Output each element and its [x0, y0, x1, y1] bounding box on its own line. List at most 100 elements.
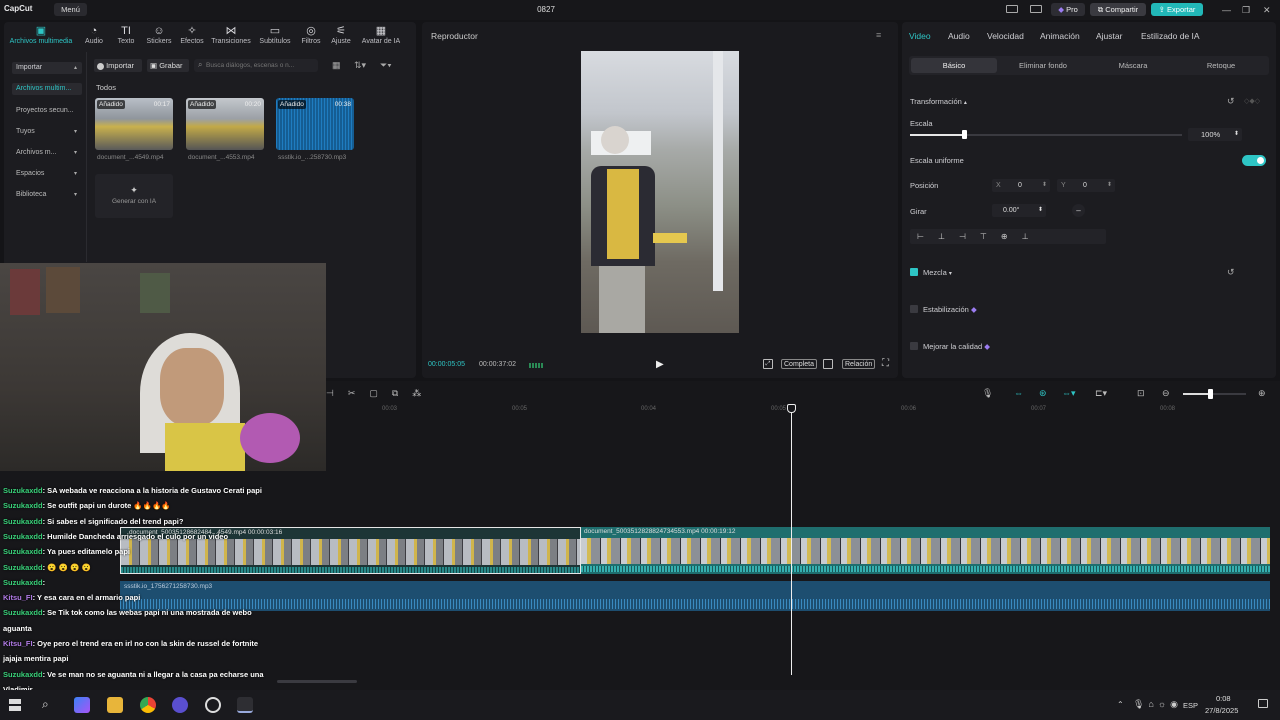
position-y-input[interactable]: Y 0 ⬍ — [1057, 179, 1115, 192]
language-indicator[interactable]: ESP — [1183, 701, 1198, 710]
notification-icon[interactable] — [1258, 699, 1268, 708]
zoom-slider-handle[interactable] — [1208, 389, 1213, 399]
obs-icon[interactable] — [172, 697, 188, 713]
rotate-dial[interactable]: – — [1072, 204, 1085, 217]
stepper-icon[interactable]: ⬍ — [1234, 128, 1239, 141]
search-icon[interactable]: ⌕ — [42, 697, 49, 712]
tray-chevron-icon[interactable]: ⌃ — [1117, 700, 1124, 709]
export-button[interactable]: ⇪ Exportar — [1151, 3, 1203, 16]
media-thumb-2[interactable]: Añadido 00:20 — [186, 98, 264, 150]
timeline-scrollbar[interactable] — [277, 680, 357, 683]
menu-button[interactable]: Menú — [54, 3, 87, 16]
position-x-input[interactable]: X 0 ⬍ — [992, 179, 1050, 192]
link-icon[interactable]: ⇔ — [1014, 388, 1023, 398]
sidebar-item-5[interactable]: Espacios ▾ — [12, 168, 82, 180]
project-title[interactable]: 0827 — [520, 5, 572, 14]
video-clip-2[interactable]: document_5003512828824734553.mp4 00:00:1… — [581, 527, 1270, 574]
play-button[interactable]: ▶ — [656, 359, 664, 370]
sort-icon[interactable]: ⇅▾ — [354, 60, 366, 71]
tray-icons[interactable]: 🎙⌂☼◉ — [1133, 699, 1182, 710]
zoom-in-icon[interactable]: ⊕ — [1258, 388, 1266, 399]
props-tab-4[interactable]: Ajustar — [1096, 31, 1122, 41]
share-button[interactable]: ⧉ Compartir — [1090, 3, 1146, 16]
blend-checkbox[interactable] — [910, 268, 918, 276]
ratio-button[interactable]: Relación — [842, 359, 876, 369]
app-icon[interactable] — [205, 697, 221, 713]
stabilize-checkbox[interactable] — [910, 305, 918, 313]
keyframe-icon[interactable]: ◇◆◇ — [1244, 97, 1260, 105]
quality-checkbox[interactable] — [910, 342, 918, 350]
tool-transition[interactable]: ⋈ Transiciones — [211, 24, 251, 45]
audio-clip[interactable]: ssstik.io_1756271258730.mp3 — [120, 581, 1270, 611]
copilot-icon[interactable] — [74, 697, 90, 713]
sidebar-item-3[interactable]: Tuyos ▾ — [12, 126, 82, 138]
blend-section[interactable]: Mezcla ▾ — [923, 268, 952, 277]
layout-icon[interactable] — [1006, 5, 1018, 13]
sidebar-item-2[interactable]: Proyectos secun... — [12, 105, 82, 117]
full-quality-button[interactable]: Completa — [781, 359, 817, 369]
sidebar-item-6[interactable]: Biblioteca ▾ — [12, 189, 82, 201]
scale-input[interactable]: 100% ⬍ — [1188, 128, 1242, 141]
snap-icon[interactable]: ⇔▾ — [1062, 388, 1076, 399]
microphone-icon[interactable]: 🎙 — [982, 388, 993, 399]
stabilize-section[interactable]: Estabilización ◆ — [923, 305, 977, 314]
transform-section[interactable]: Transformación ▴ — [910, 97, 967, 106]
props-tab-2[interactable]: Velocidad — [987, 31, 1024, 41]
zoom-out-icon[interactable]: ⊖ — [1162, 388, 1170, 399]
scale-slider-handle[interactable] — [962, 130, 967, 139]
uniform-toggle[interactable] — [1242, 155, 1266, 166]
sidebar-item-4[interactable]: Archivos m... ▾ — [12, 147, 82, 159]
props-tab-5[interactable]: Estilizado de IA — [1141, 31, 1200, 41]
media-thumb-3[interactable]: Añadido 00:38 — [276, 98, 354, 150]
record-button[interactable]: ▣ Grabar — [147, 59, 189, 72]
start-icon[interactable] — [9, 699, 21, 711]
video-preview[interactable] — [581, 51, 739, 333]
tool-effects[interactable]: ✧ Efectos — [172, 24, 212, 45]
filter-label[interactable]: Todos — [96, 83, 116, 92]
timeline-ruler[interactable]: 00:03 00:05 00:04 00:05 00:06 00:07 00:08 — [326, 404, 1280, 416]
import-button[interactable]: Importar — [94, 59, 142, 72]
capcut-taskbar-icon[interactable] — [237, 697, 253, 713]
grid-view-icon[interactable]: ▦ — [332, 60, 341, 71]
subtab-2[interactable]: Máscara — [1090, 61, 1176, 70]
align-icons[interactable]: ⊢⊥⊣⊤⊕⊥ — [917, 232, 1043, 241]
props-tab-0[interactable]: Video — [909, 31, 931, 41]
props-tab-1[interactable]: Audio — [948, 31, 970, 41]
tool-media[interactable]: ▣ Archivos multimedia — [6, 24, 76, 45]
stepper-icon[interactable]: ⬍ — [1038, 204, 1043, 217]
player-menu-icon[interactable]: ≡ — [876, 30, 881, 40]
sidebar-item-1[interactable]: Archivos multim... — [12, 83, 82, 95]
pro-button[interactable]: ◆ Pro — [1051, 3, 1085, 16]
search-bar[interactable]: ⌕ — [194, 59, 318, 72]
magnet-icon[interactable]: ⊛ — [1039, 388, 1047, 399]
crop-icon[interactable]: ⤢ — [763, 359, 773, 369]
filter-icon[interactable]: ⏷▾ — [380, 60, 392, 71]
minimize-button[interactable]: — — [1222, 5, 1231, 15]
reset-icon[interactable]: ↺ — [1227, 267, 1235, 278]
file-explorer-icon[interactable] — [107, 697, 123, 713]
clock-date[interactable]: 27/8/2025 — [1205, 706, 1238, 715]
chrome-icon[interactable] — [140, 697, 156, 713]
playhead[interactable] — [791, 408, 792, 675]
captions-icon[interactable]: ⊡ — [1137, 388, 1145, 399]
close-button[interactable]: ✕ — [1263, 5, 1271, 16]
reset-icon[interactable]: ↺ — [1227, 96, 1235, 107]
rotate-input[interactable]: 0.00° ⬍ — [992, 204, 1046, 217]
timeline-tools[interactable]: ⊣✂▢⧉⁂ — [326, 388, 435, 399]
align-toolbar[interactable]: ⊢⊥⊣⊤⊕⊥ — [910, 229, 1106, 244]
playhead-handle[interactable] — [787, 404, 796, 413]
tool-adjust[interactable]: ⚟ Ajuste — [321, 24, 361, 45]
preview-axis-icon[interactable]: ⊏▾ — [1095, 388, 1107, 399]
shortcut-icon[interactable] — [1030, 5, 1042, 13]
subtab-3[interactable]: Retoque — [1178, 61, 1264, 70]
search-input[interactable] — [206, 60, 314, 71]
quality-section[interactable]: Mejorar la calidad ◆ — [923, 342, 990, 351]
stepper-icon[interactable]: ⬍ — [1107, 179, 1112, 192]
subtab-0[interactable]: Básico — [911, 61, 997, 70]
clock-time[interactable]: 0:08 — [1216, 694, 1231, 703]
tool-avatar[interactable]: ▦ Avatar de IA — [357, 24, 405, 45]
maximize-button[interactable]: ❐ — [1242, 5, 1250, 16]
stepper-icon[interactable]: ⬍ — [1042, 179, 1047, 192]
props-tab-3[interactable]: Animación — [1040, 31, 1080, 41]
snapshot-icon[interactable] — [823, 359, 833, 369]
